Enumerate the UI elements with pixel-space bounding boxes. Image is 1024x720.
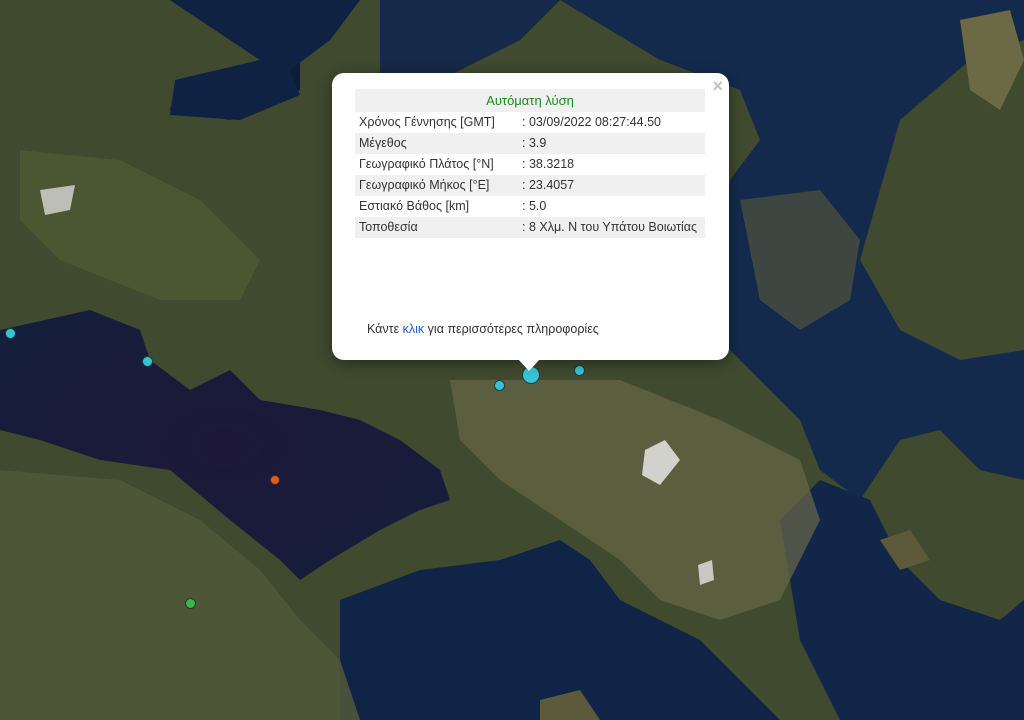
- origin-time-label: Χρόνος Γέννησης [GMT]: [359, 115, 495, 129]
- location-label: Τοποθεσία: [355, 217, 518, 238]
- more-info-prefix: Κάντε: [367, 322, 400, 336]
- more-info-suffix: για περισσότερες πληροφορίες: [427, 322, 599, 336]
- earthquake-info-table: Αυτόματη λύση Χρόνος Γέννησης [GMT] : 03/…: [355, 89, 705, 238]
- earthquake-marker[interactable]: [270, 475, 280, 485]
- latitude-label: Γεωγραφικό Πλάτος [°N]: [359, 157, 494, 171]
- latitude-value: : 38.3218: [522, 157, 575, 171]
- earthquake-marker[interactable]: [4, 327, 16, 339]
- longitude-label: Γεωγραφικό Μήκος [°E]: [355, 175, 518, 196]
- satellite-map[interactable]: × Αυτόματη λύση Χρόνος Γέννησης [GMT] : 0…: [0, 0, 1024, 720]
- origin-time-value: : 03/09/2022 08:27:44.50: [522, 115, 662, 129]
- more-info-link[interactable]: κλικ: [403, 322, 425, 336]
- depth-value: : 5.0: [522, 199, 547, 213]
- earthquake-marker[interactable]: [573, 364, 585, 376]
- earthquake-marker[interactable]: [493, 379, 505, 391]
- magnitude-label: Μέγεθος: [355, 133, 518, 154]
- popup-title: Αυτόματη λύση: [355, 89, 705, 112]
- depth-label: Εστιακό Βάθος [km]: [359, 199, 470, 213]
- close-icon[interactable]: ×: [712, 77, 723, 95]
- earthquake-popup: × Αυτόματη λύση Χρόνος Γέννησης [GMT] : 0…: [332, 73, 729, 360]
- location-value: : 8 Χλμ. Ν του Υπάτου Βοιωτίας: [518, 217, 705, 238]
- earthquake-marker[interactable]: [184, 597, 196, 609]
- magnitude-value: : 3.9: [518, 133, 705, 154]
- longitude-value: : 23.4057: [518, 175, 705, 196]
- popup-tip: [518, 359, 540, 371]
- earthquake-marker[interactable]: [141, 355, 153, 367]
- more-info-text: Κάντε κλικ για περισσότερες πληροφορίες: [367, 322, 599, 336]
